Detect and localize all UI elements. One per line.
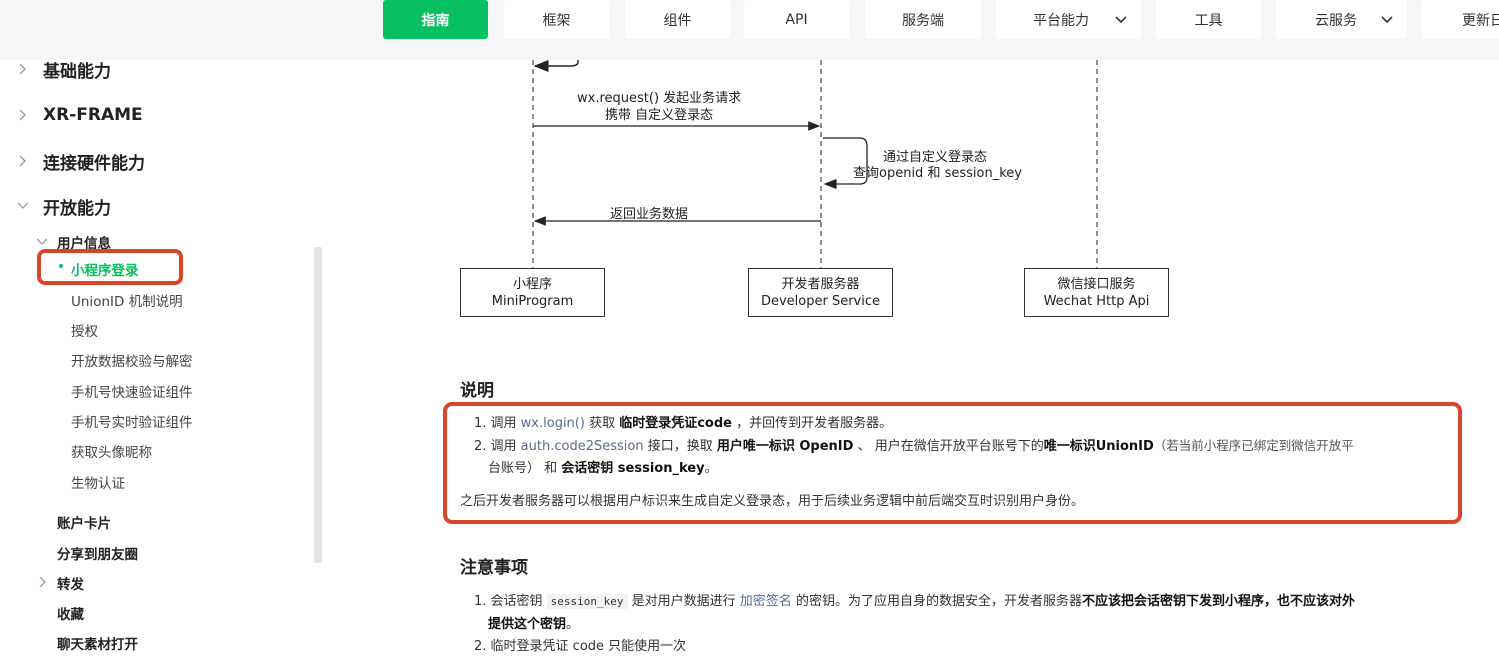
text: 接口，换取 (643, 439, 717, 454)
sequence-diagram (532, 60, 1098, 268)
link-code2session[interactable]: auth.code2Session (521, 439, 644, 454)
inline-code: session_key (546, 594, 628, 609)
explain-item-2-cont: 台账号） 和 会话密钥 session_key。 (488, 459, 718, 479)
actor-name-en: Developer Service (760, 293, 881, 309)
text: 获取 (584, 416, 620, 431)
text: 。 (566, 617, 580, 632)
link-wx-login[interactable]: wx.login() (521, 416, 585, 431)
actor-name-en: MiniProgram (491, 293, 574, 309)
bold-text: 提供这个密钥 (488, 617, 567, 632)
diagram-label: 查询openid 和 session_key (853, 166, 1022, 181)
text: （若当前小程序已绑定到微信开放平 (1153, 438, 1354, 453)
section-heading-explain: 说明 (460, 381, 494, 401)
explain-item-1: 1. 调用 wx.login() 获取 临时登录凭证code ，并回传到开发者服… (474, 414, 892, 434)
explain-summary: 之后开发者服务器可以根据用户标识来生成自定义登录态，用于后续业务逻辑中前后端交互… (460, 494, 1085, 509)
actor-name-zh: 开发者服务器 (781, 276, 860, 292)
section-heading-notes: 注意事项 (460, 558, 528, 578)
text: 的密钥。为了应用自身的数据安全，开发者服务器 (791, 594, 1082, 609)
actor-wechat-api: 微信接口服务 Wechat Http Api (1024, 268, 1169, 317)
text: 是对用户数据进行 (627, 594, 740, 609)
text: 1. 会话密钥 (474, 594, 547, 609)
actor-name-zh: 微信接口服务 (1057, 276, 1136, 292)
explain-item-2: 2. 调用 auth.code2Session 接口，换取 用户唯一标识 Ope… (474, 436, 1354, 457)
notes-item-1-cont: 提供这个密钥。 (488, 615, 579, 635)
link-encrypt-sign[interactable]: 加密签名 (740, 594, 792, 609)
bold-text: 会话密钥 session_key (561, 461, 705, 476)
text: 。 (704, 461, 718, 476)
diagram-label: 携带 自定义登录态 (605, 108, 714, 123)
text: 、 用户在微信开放平台账号下的 (853, 439, 1044, 454)
actor-miniprogram: 小程序 MiniProgram (460, 268, 605, 317)
bold-text: 唯一标识UnionID (1043, 439, 1154, 454)
actor-developer-service: 开发者服务器 Developer Service (748, 268, 893, 317)
notes-item-1: 1. 会话密钥 session_key 是对用户数据进行 加密签名 的密钥。为了… (474, 592, 1355, 612)
bold-text: 不应该把会话密钥下发到小程序，也不应该对外 (1081, 594, 1355, 609)
diagram-label: 返回业务数据 (610, 207, 689, 222)
text: 1. 调用 (474, 416, 521, 431)
actor-name-en: Wechat Http Api (1043, 293, 1150, 309)
actor-name-zh: 小程序 (512, 276, 552, 292)
bold-text: 用户唯一标识 OpenID (716, 439, 854, 454)
self-message-miniprogram (533, 60, 579, 72)
text: ，并回传到开发者服务器。 (731, 416, 893, 431)
text: 2. 调用 (474, 439, 521, 454)
bold-text: 临时登录凭证code (619, 416, 732, 431)
notes-item-2: 2. 临时登录凭证 code 只能使用一次 (474, 639, 687, 654)
text: 台账号） 和 (488, 461, 562, 476)
